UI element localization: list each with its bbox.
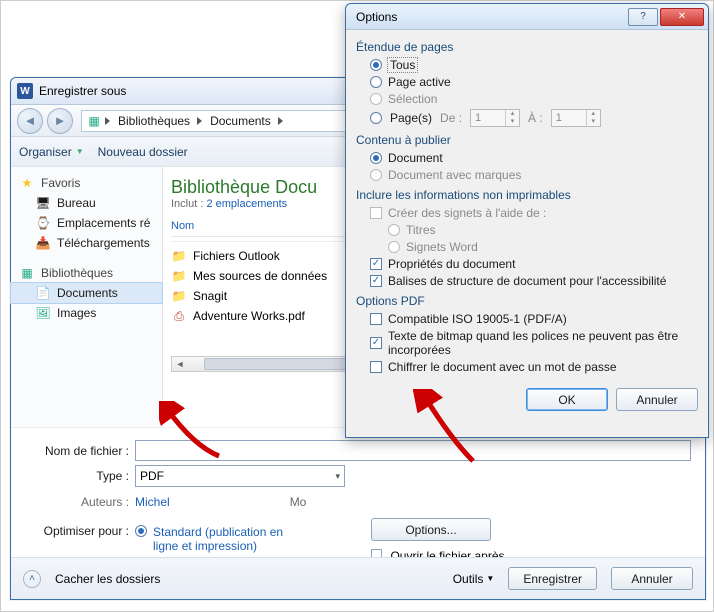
group-page-range: Étendue de pages [356, 40, 698, 54]
group-nonprinting: Inclure les informations non imprimables [356, 188, 698, 202]
word-icon: W [17, 83, 33, 99]
sidebar-item-recent[interactable]: ⌚ Emplacements ré [11, 213, 162, 233]
tools-menu[interactable]: Outils ▼ [453, 572, 495, 586]
radio-pages[interactable]: Page(s) De : ▴▾ À : ▴▾ [370, 109, 698, 127]
chevron-down-icon: ▼ [486, 574, 494, 583]
authors-label: Auteurs : [25, 495, 135, 509]
hide-folders-link[interactable]: Cacher les dossiers [55, 572, 160, 586]
star-icon: ★ [19, 175, 35, 191]
radio-current-page[interactable]: Page active [370, 75, 698, 89]
radio-icon [370, 93, 382, 105]
library-icon: ▦ [19, 265, 35, 281]
radio-icon [370, 112, 382, 124]
radio-icon [370, 59, 382, 71]
sidebar-item-desktop[interactable]: 🖥 Bureau [11, 193, 162, 213]
nav-forward-button[interactable]: ► [47, 108, 73, 134]
cancel-button[interactable]: Annuler [611, 567, 693, 590]
options-dialog: Options ? ✕ Étendue de pages Tous Page a… [345, 3, 709, 438]
images-icon: 🖼 [35, 305, 51, 321]
check-bitmap-text[interactable]: Texte de bitmap quand les polices ne peu… [370, 329, 698, 357]
check-properties[interactable]: Propriétés du document [370, 257, 698, 271]
favorites-label: Favoris [41, 176, 80, 190]
library-icon: ▦ [86, 113, 102, 129]
checkbox-icon [370, 275, 382, 287]
check-structure-tags[interactable]: Balises de structure de document pour l'… [370, 274, 698, 288]
chevron-right-icon [104, 117, 112, 125]
radio-icon [388, 241, 400, 253]
type-label: Type : [25, 469, 135, 483]
desktop-icon: 🖥 [35, 195, 51, 211]
radio-all[interactable]: Tous [370, 58, 698, 72]
folder-icon: 📁 [171, 248, 187, 264]
radio-titles: Titres [370, 223, 698, 237]
checkbox-icon [370, 337, 382, 349]
new-folder-button[interactable]: Nouveau dossier [98, 145, 188, 159]
filename-input[interactable] [135, 440, 691, 461]
libraries-label: Bibliothèques [41, 266, 113, 280]
sidebar-item-documents[interactable]: 📄 Documents [11, 283, 162, 303]
pdf-icon: ⎙ [171, 308, 187, 324]
chevron-right-icon [277, 117, 285, 125]
nav-back-button[interactable]: ◄ [17, 108, 43, 134]
check-iso[interactable]: Compatible ISO 19005-1 (PDF/A) [370, 312, 698, 326]
options-title: Options [356, 10, 397, 24]
type-dropdown[interactable]: PDF ▾ [135, 465, 345, 487]
radio-icon [370, 169, 382, 181]
radio-markup: Document avec marques [370, 168, 698, 182]
group-pdf-options: Options PDF [356, 294, 698, 308]
radio-word-bookmarks: Signets Word [370, 240, 698, 254]
chevron-down-icon: ▾ [335, 471, 340, 482]
close-button[interactable]: ✕ [660, 8, 704, 26]
chevron-down-icon: ▼ [76, 147, 84, 156]
scroll-left-icon[interactable]: ◄ [172, 359, 188, 369]
radio-icon [388, 224, 400, 236]
sidebar-libraries-header[interactable]: ▦ Bibliothèques [11, 263, 162, 283]
organize-menu[interactable]: Organiser ▼ [19, 145, 84, 159]
folder-icon: 📁 [171, 288, 187, 304]
filename-label: Nom de fichier : [25, 444, 135, 458]
sidebar: ★ Favoris 🖥 Bureau ⌚ Emplacements ré 📥 T… [11, 167, 163, 427]
organize-label: Organiser [19, 145, 72, 159]
radio-icon [135, 525, 147, 537]
sidebar-item-downloads[interactable]: 📥 Téléchargements [11, 233, 162, 253]
checkbox-icon [370, 313, 382, 325]
sidebar-favorites-header[interactable]: ★ Favoris [11, 173, 162, 193]
collapse-icon[interactable]: ˄ [23, 570, 41, 588]
check-encrypt[interactable]: Chiffrer le document avec un mot de pass… [370, 360, 698, 374]
check-bookmarks: Créer des signets à l'aide de : [370, 206, 698, 220]
sidebar-item-images[interactable]: 🖼 Images [11, 303, 162, 323]
type-value: PDF [140, 469, 164, 483]
breadcrumb-item[interactable]: Documents [206, 114, 275, 128]
downloads-icon: 📥 [35, 235, 51, 251]
help-button[interactable]: ? [628, 8, 658, 26]
radio-document[interactable]: Document [370, 151, 698, 165]
keywords-label: Mo [290, 495, 307, 509]
radio-selection: Sélection [370, 92, 698, 106]
locations-link[interactable]: 2 emplacements [206, 198, 287, 210]
checkbox-icon [370, 361, 382, 373]
from-spinner[interactable]: ▴▾ [470, 109, 520, 127]
cancel-button[interactable]: Annuler [616, 388, 698, 411]
authors-value[interactable]: Michel [135, 495, 170, 509]
ok-button[interactable]: OK [526, 388, 608, 411]
breadcrumb-item[interactable]: Bibliothèques [114, 114, 194, 128]
radio-icon [370, 152, 382, 164]
chevron-right-icon [196, 117, 204, 125]
save-title: Enregistrer sous [39, 84, 126, 98]
to-spinner[interactable]: ▴▾ [551, 109, 601, 127]
optimise-label: Optimiser pour : [25, 523, 135, 538]
checkbox-icon [370, 258, 382, 270]
recent-icon: ⌚ [35, 215, 51, 231]
documents-icon: 📄 [35, 285, 51, 301]
options-button[interactable]: Options... [371, 518, 491, 541]
optimise-radio-standard[interactable]: Standard (publication en ligne et impres… [135, 525, 303, 553]
radio-icon [370, 76, 382, 88]
folder-icon: 📁 [171, 268, 187, 284]
group-publish-content: Contenu à publier [356, 133, 698, 147]
checkbox-icon [370, 207, 382, 219]
save-button[interactable]: Enregistrer [508, 567, 597, 590]
options-titlebar[interactable]: Options ? ✕ [346, 4, 708, 30]
footer-row: ˄ Cacher les dossiers Outils ▼ Enregistr… [11, 557, 705, 599]
